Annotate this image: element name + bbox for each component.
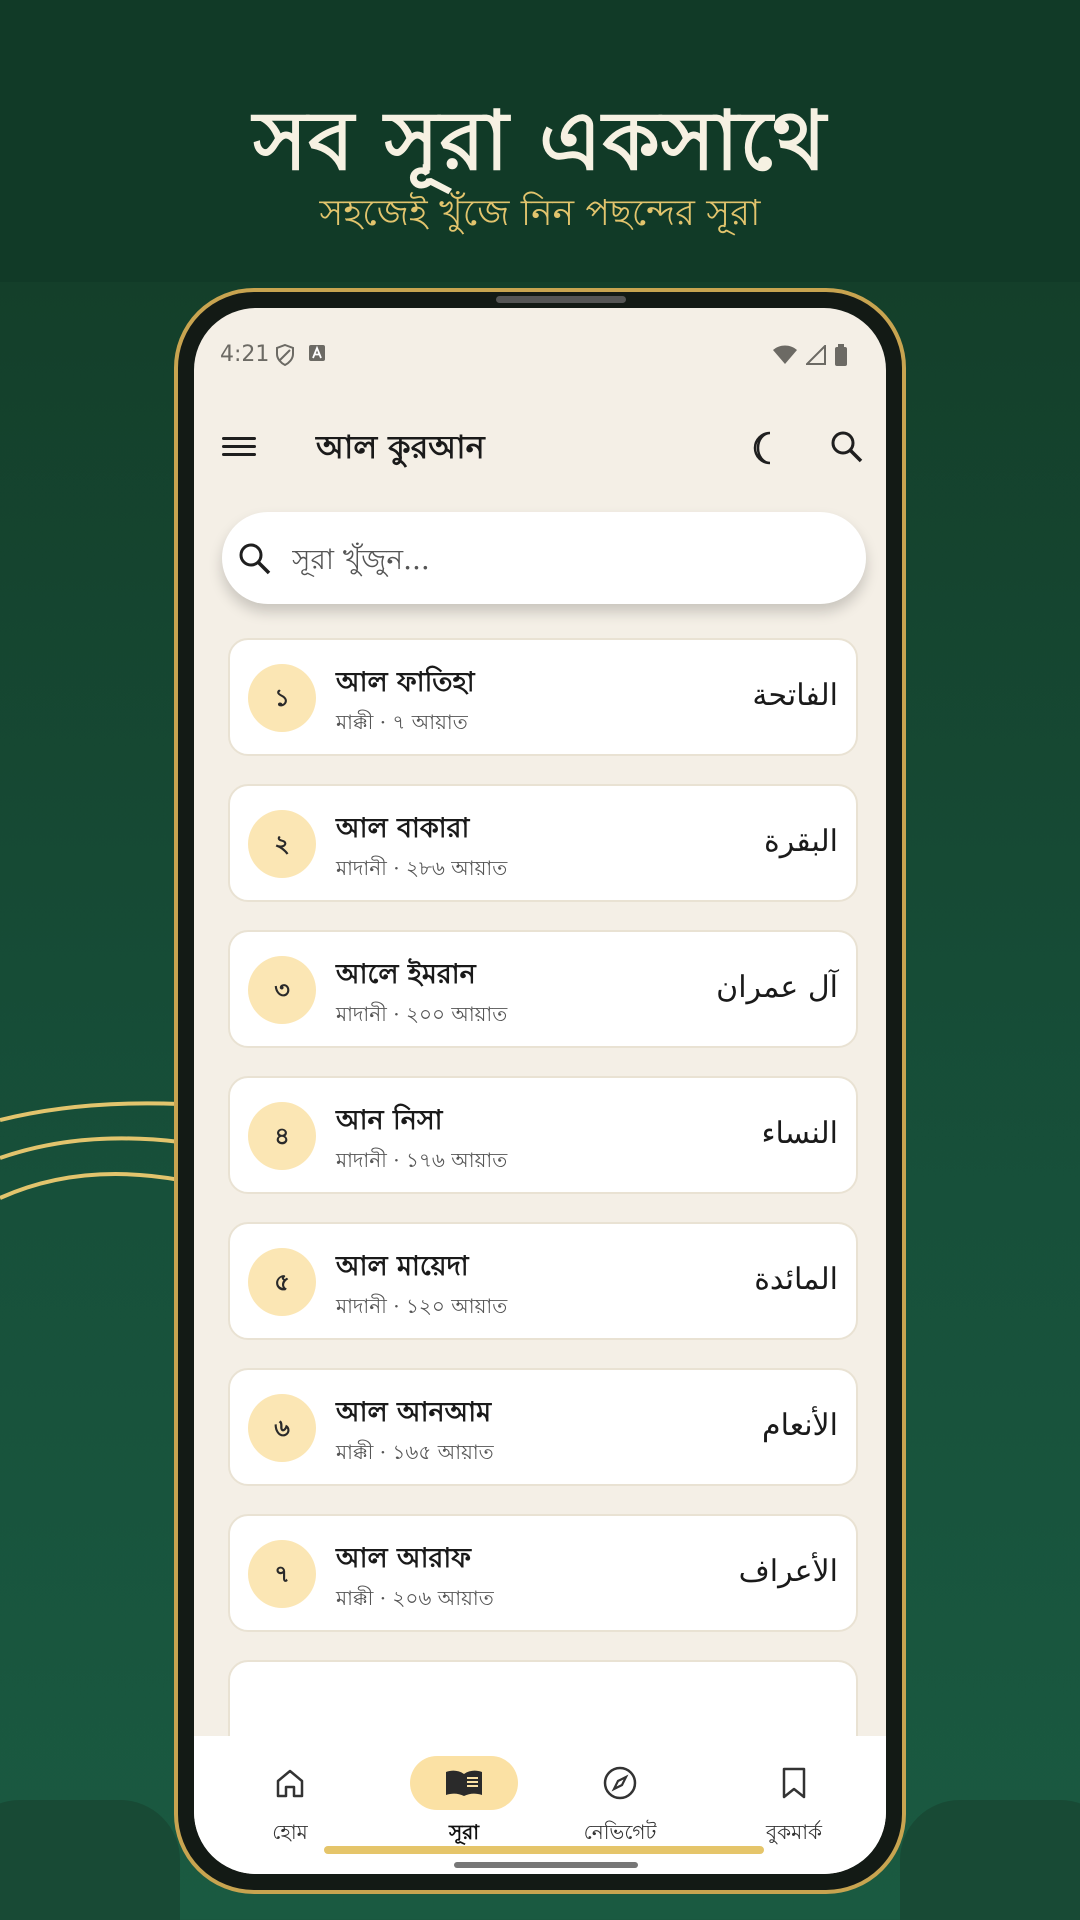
book-icon	[446, 1770, 482, 1796]
surah-number: ৭	[248, 1540, 316, 1608]
surah-number: ১	[248, 664, 316, 732]
surah-meta: মাক্কী · ১৬৫ আয়াত	[336, 1440, 494, 1464]
shield-icon	[276, 344, 294, 366]
promo-subline: সহজেই খুঁজে নিন পছন্দের সূরা	[319, 193, 761, 234]
nav-bookmark[interactable]: বুকমার্ক	[724, 1756, 864, 1851]
surah-meta: মাদানী · ১৭৬ আয়াত	[336, 1148, 508, 1172]
surah-name: আল বাকারা	[336, 813, 470, 844]
bottom-navigation: হোম সূরা নেভিগেট বুকমার্ক	[194, 1736, 886, 1874]
surah-meta: মাদানী · ১২০ আয়াত	[336, 1294, 508, 1318]
surah-number: ৫	[248, 1248, 316, 1316]
surah-arabic-name: الأعراف	[738, 1554, 838, 1589]
battery-icon	[835, 344, 847, 366]
compass-icon	[603, 1766, 637, 1800]
gesture-home-indicator[interactable]	[454, 1862, 638, 1868]
surah-arabic-name: البقرة	[764, 824, 838, 859]
surah-search-input[interactable]	[290, 534, 834, 584]
surah-card[interactable]: ৩ আলে ইমরান মাদানী · ২০০ আয়াত آل عمران	[228, 930, 858, 1048]
surah-card[interactable]: ৫ আল মায়েদা মাদানী · ১২০ আয়াত المائدة	[228, 1222, 858, 1340]
surah-arabic-name: المائدة	[754, 1262, 838, 1297]
home-icon	[276, 1769, 304, 1798]
bookmark-icon	[782, 1767, 806, 1799]
decorative-curves	[0, 1101, 180, 1200]
search-icon[interactable]	[830, 430, 864, 464]
search-field-icon	[239, 543, 271, 575]
surah-meta: মাদানী · ২০০ আয়াত	[336, 1002, 508, 1026]
menu-icon[interactable]	[222, 432, 256, 462]
signal-icon	[806, 345, 826, 365]
notification-a-icon	[309, 345, 325, 361]
surah-card[interactable]: ২ আল বাকারা মাদানী · ২৮৬ আয়াত البقرة	[228, 784, 858, 902]
phone-speaker	[496, 296, 626, 303]
wifi-icon	[773, 345, 797, 364]
decorative-gold-bar	[324, 1846, 764, 1854]
surah-card[interactable]: ১ আল ফাতিহা মাক্কী · ৭ আয়াত الفاتحة	[228, 638, 858, 756]
surah-arabic-name: الفاتحة	[752, 678, 838, 713]
decorative-mound-left	[0, 1800, 180, 1920]
surah-list: ১ আল ফাতিহা মাক্কী · ৭ আয়াত الفاتحة ২ আ…	[228, 638, 858, 1806]
surah-meta: মাদানী · ২৮৬ আয়াত	[336, 856, 508, 880]
surah-card[interactable]: ৪ আন নিসা মাদানী · ১৭৬ আয়াত النساء	[228, 1076, 858, 1194]
surah-meta: মাক্কী · ৭ আয়াত	[336, 710, 468, 734]
surah-number: ৪	[248, 1102, 316, 1170]
surah-meta: মাক্কী · ২০৬ আয়াত	[336, 1586, 494, 1610]
surah-name: আন নিসা	[336, 1105, 443, 1136]
surah-arabic-name: الأنعام	[762, 1408, 838, 1443]
nav-surah[interactable]: সূরা	[394, 1756, 534, 1851]
decorative-mound-right	[900, 1800, 1080, 1920]
surah-name: আল আরাফ	[336, 1543, 471, 1574]
app-bar: আল কুরআন	[194, 408, 886, 488]
surah-arabic-name: النساء	[761, 1116, 838, 1151]
surah-card[interactable]: ৭ আল আরাফ মাক্কী · ২০৬ আয়াত الأعراف	[228, 1514, 858, 1632]
nav-home[interactable]: হোম	[220, 1756, 360, 1851]
app-title: আল কুরআন	[316, 428, 485, 466]
surah-number: ৩	[248, 956, 316, 1024]
surah-name: আল আনআম	[336, 1397, 492, 1428]
surah-name: আল মায়েদা	[336, 1251, 469, 1282]
status-time: 4:21	[220, 342, 270, 367]
moon-icon[interactable]	[750, 430, 780, 466]
surah-search-bar[interactable]	[222, 512, 866, 604]
phone-frame: 4:21 আল কুরআন ১ আল ফাতিহা	[174, 288, 906, 1894]
surah-name: আলে ইমরান	[336, 959, 476, 990]
surah-arabic-name: آل عمران	[716, 970, 838, 1005]
surah-number: ২	[248, 810, 316, 878]
surah-name: আল ফাতিহা	[336, 667, 475, 698]
app-screen: 4:21 আল কুরআন ১ আল ফাতিহা	[194, 308, 886, 1874]
surah-number: ৬	[248, 1394, 316, 1462]
status-bar: 4:21	[220, 342, 848, 372]
surah-card[interactable]: ৬ আল আনআম মাক্কী · ১৬৫ আয়াত الأنعام	[228, 1368, 858, 1486]
nav-navigate[interactable]: নেভিগেট	[550, 1756, 690, 1851]
